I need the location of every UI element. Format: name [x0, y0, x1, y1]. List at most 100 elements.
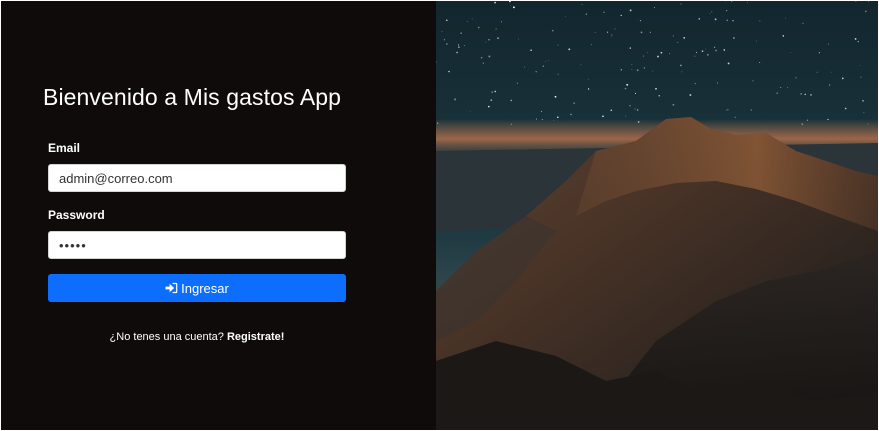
star — [624, 87, 627, 90]
star — [683, 37, 686, 39]
star — [696, 51, 697, 53]
star — [714, 46, 716, 48]
star — [800, 93, 802, 95]
star — [477, 26, 480, 29]
star — [705, 48, 707, 50]
star — [463, 45, 465, 46]
star — [626, 83, 629, 86]
star — [547, 59, 549, 61]
star — [523, 66, 526, 68]
star — [568, 48, 571, 51]
star — [611, 34, 613, 36]
star — [862, 99, 864, 102]
star — [636, 69, 639, 72]
email-label: Email — [48, 141, 81, 155]
password-field[interactable] — [48, 231, 346, 259]
star — [732, 20, 734, 22]
star — [488, 39, 490, 41]
star — [454, 98, 457, 101]
register-link[interactable]: Registrate! — [227, 331, 284, 343]
star — [557, 44, 559, 46]
star — [752, 80, 754, 82]
star — [634, 108, 636, 110]
star — [863, 112, 865, 114]
star — [672, 35, 674, 37]
star — [733, 37, 735, 39]
star — [653, 7, 655, 8]
star — [557, 116, 559, 119]
star — [818, 52, 820, 54]
hero-image — [436, 1, 878, 430]
star — [756, 40, 757, 42]
star — [565, 16, 566, 17]
star — [782, 35, 785, 37]
star — [535, 70, 537, 73]
star — [510, 5, 511, 7]
star — [588, 79, 589, 81]
star — [802, 22, 804, 24]
star — [570, 113, 572, 116]
star — [631, 63, 633, 65]
star — [844, 107, 847, 110]
star — [457, 44, 460, 46]
star — [491, 91, 494, 93]
star — [707, 54, 709, 56]
star — [482, 62, 484, 64]
star — [759, 62, 761, 63]
star — [495, 28, 497, 30]
star — [655, 87, 657, 90]
star — [709, 13, 711, 14]
star — [734, 116, 736, 118]
star — [642, 55, 644, 57]
star — [471, 18, 473, 20]
star — [488, 55, 491, 58]
star — [780, 87, 782, 89]
star — [726, 109, 728, 111]
star — [458, 46, 460, 48]
star — [631, 69, 633, 71]
star — [602, 115, 604, 118]
star — [466, 20, 468, 22]
star — [723, 49, 726, 51]
star — [795, 77, 797, 79]
star — [857, 40, 859, 43]
star — [701, 50, 704, 53]
star — [759, 20, 761, 22]
star — [643, 67, 646, 69]
star — [494, 1, 496, 4]
star — [456, 51, 458, 54]
star — [747, 2, 748, 4]
star — [587, 88, 590, 90]
star — [680, 64, 682, 67]
star — [864, 10, 867, 13]
star — [714, 18, 717, 21]
star — [629, 47, 631, 49]
star — [510, 99, 512, 102]
star — [485, 41, 487, 43]
star — [441, 31, 443, 33]
star — [611, 36, 612, 37]
star — [868, 1, 870, 2]
star — [634, 92, 637, 94]
star — [804, 93, 806, 96]
star — [607, 31, 609, 33]
star — [660, 51, 663, 54]
login-button[interactable]: Ingresar — [48, 274, 346, 302]
star — [790, 52, 792, 53]
star — [639, 19, 642, 22]
star — [494, 90, 496, 93]
star — [698, 18, 701, 20]
star — [545, 61, 546, 62]
star — [501, 21, 503, 23]
star — [516, 82, 518, 84]
star — [620, 69, 623, 71]
star — [446, 43, 448, 45]
register-prompt: ¿No tenes una cuenta? Registrate! — [48, 331, 346, 343]
login-page: Bienvenido a Mis gastos App Email Passwo… — [0, 0, 879, 431]
star — [646, 52, 648, 54]
email-field[interactable] — [48, 164, 346, 192]
star — [711, 11, 713, 13]
star — [530, 49, 532, 51]
star — [694, 82, 696, 85]
star — [512, 6, 515, 9]
